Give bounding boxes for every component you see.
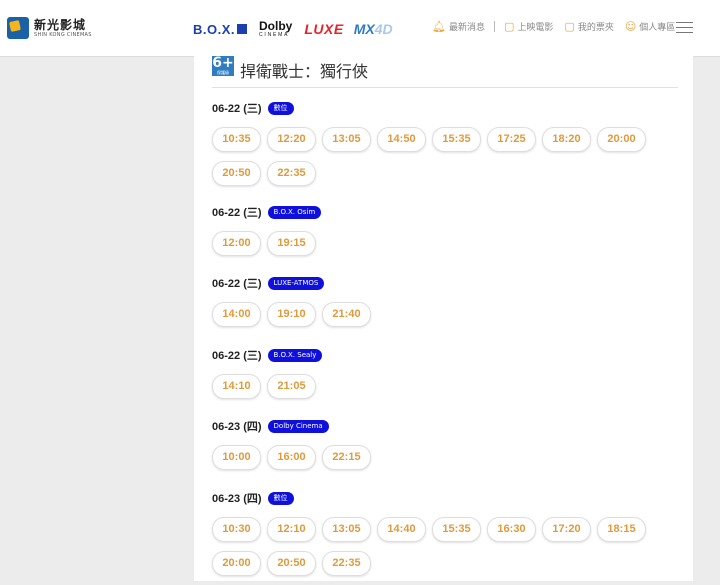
showtime-button[interactable]: 19:15 [267, 231, 316, 256]
showtime-button[interactable]: 15:35 [432, 517, 481, 542]
showtime-button[interactable]: 22:35 [267, 161, 316, 186]
box-brand-link[interactable]: B.O.X. [193, 22, 248, 37]
time-list: 12:00 19:15 [212, 231, 672, 265]
showtime-button[interactable]: 21:05 [267, 374, 316, 399]
showtime-group: 06-23 (四) 數位 10:30 12:10 13:05 14:40 15:35 16:3… [212, 491, 672, 585]
showtime-button[interactable]: 12:20 [267, 127, 316, 152]
dolby-brand-link[interactable]: Dolby CINEMA [259, 20, 292, 38]
showtime-button[interactable]: 12:00 [212, 231, 261, 256]
bell-icon: 🔔︎ [432, 20, 446, 33]
showtime-button[interactable]: 16:30 [487, 517, 536, 542]
showtime-button[interactable]: 14:50 [377, 127, 426, 152]
showtime-button[interactable]: 15:35 [432, 127, 481, 152]
time-list: 10:30 12:10 13:05 14:40 15:35 16:30 17:20 18:15… [212, 517, 672, 585]
showtime-group: 06-22 (三) B.O.X. Sealy 14:10 21:05 [212, 348, 672, 408]
luxe-brand-link[interactable]: LUXE [304, 21, 343, 37]
showtime-group: 06-23 (四) Dolby Cinema 10:00 16:00 22:15 [212, 419, 672, 479]
showtime-button[interactable]: 18:20 [542, 127, 591, 152]
nav-account[interactable]: ☺ 個人專區 [625, 20, 675, 33]
menu-icon[interactable] [676, 22, 693, 34]
format-badge: 數位 [267, 491, 294, 505]
format-badge: Dolby Cinema [267, 419, 329, 433]
date-row: 06-22 (三) B.O.X. Sealy [212, 348, 672, 362]
show-date: 06-23 (四) [212, 421, 262, 433]
showtime-button[interactable]: 20:50 [267, 551, 316, 576]
show-date: 06-22 (三) [212, 350, 262, 362]
nav-divider [493, 21, 495, 32]
logo-text: 新光影城 [34, 17, 87, 32]
showtime-button[interactable]: 19:10 [267, 302, 316, 327]
box-logo-icon [237, 24, 248, 34]
time-list: 14:00 19:10 21:40 [212, 302, 672, 336]
showtime-button[interactable]: 13:05 [322, 517, 371, 542]
showtime-button[interactable]: 14:00 [212, 302, 261, 327]
showtime-button[interactable]: 14:10 [212, 374, 261, 399]
brand-logos: B.O.X. Dolby CINEMA LUXE MX4D [193, 18, 393, 40]
mx4d-brand-link[interactable]: MX4D [354, 21, 393, 37]
date-row: 06-23 (四) Dolby Cinema [212, 419, 672, 433]
nav-news[interactable]: 🔔︎ 最新消息 [432, 20, 485, 33]
showtime-button[interactable]: 14:40 [377, 517, 426, 542]
nav-movies[interactable]: ▢ 上映電影 [504, 20, 553, 33]
time-list: 14:10 21:05 [212, 374, 672, 408]
showtime-button[interactable]: 10:30 [212, 517, 261, 542]
time-list: 10:35 12:20 13:05 14:50 15:35 17:25 18:20 20:00… [212, 127, 672, 195]
rating-badge: 6+ 保護級 [212, 55, 234, 76]
format-badge: B.O.X. Osim [267, 205, 322, 219]
showtime-button[interactable]: 21:40 [322, 302, 371, 327]
showtime-button[interactable]: 20:50 [212, 161, 261, 186]
site-header: 新光影城 SHIN KONG CINEMAS B.O.X. Dolby CINE… [0, 0, 720, 57]
showtime-button[interactable]: 17:25 [487, 127, 536, 152]
user-icon: ☺ [624, 20, 637, 33]
date-row: 06-22 (三) B.O.X. Osim [212, 205, 672, 219]
site-logo[interactable]: 新光影城 SHIN KONG CINEMAS [7, 17, 92, 39]
showtime-button[interactable]: 20:00 [597, 127, 646, 152]
logo-icon [7, 17, 29, 39]
showtime-button[interactable]: 18:15 [597, 517, 646, 542]
date-row: 06-22 (三) 數位 [212, 101, 672, 115]
date-row: 06-22 (三) LUXE-ATMOS [212, 276, 672, 290]
showtime-button[interactable]: 10:35 [212, 127, 261, 152]
nav-my-tickets[interactable]: ▢ 我的票夾 [564, 20, 613, 33]
showtime-button[interactable]: 17:20 [542, 517, 591, 542]
ticket-icon: ▢ [503, 20, 515, 33]
logo-subtext: SHIN KONG CINEMAS [34, 31, 92, 38]
show-date: 06-22 (三) [212, 103, 262, 115]
showtime-button[interactable]: 22:15 [322, 445, 371, 470]
format-badge: 數位 [267, 101, 294, 115]
showtime-button[interactable]: 12:10 [267, 517, 316, 542]
showtime-button[interactable]: 20:00 [212, 551, 261, 576]
showtime-button[interactable]: 16:00 [267, 445, 316, 470]
date-row: 06-23 (四) 數位 [212, 491, 672, 505]
format-badge: LUXE-ATMOS [267, 276, 325, 290]
showtime-group: 06-22 (三) B.O.X. Osim 12:00 19:15 [212, 205, 672, 265]
movie-title: 捍衛戰士：獨行俠 [240, 62, 369, 81]
movie-header: 6+ 保護級 捍衛戰士：獨行俠 [212, 56, 678, 88]
showtime-button[interactable]: 10:00 [212, 445, 261, 470]
show-date: 06-22 (三) [212, 278, 262, 290]
showtime-button[interactable]: 13:05 [322, 127, 371, 152]
showtime-group: 06-22 (三) 數位 10:35 12:20 13:05 14:50 15:35 17:2… [212, 101, 672, 195]
showtime-button[interactable]: 22:35 [322, 551, 371, 576]
showtimes-panel: 6+ 保護級 捍衛戰士：獨行俠 06-22 (三) 數位 10:35 12:20 13:… [194, 56, 693, 581]
ticket-icon: ▢ [564, 20, 575, 33]
show-date: 06-22 (三) [212, 207, 262, 219]
top-nav: 🔔︎ 最新消息 ▢ 上映電影 ▢ 我的票夾 ☺ 個人專區 [432, 20, 675, 33]
showtime-group: 06-22 (三) LUXE-ATMOS 14:00 19:10 21:40 [212, 276, 672, 336]
time-list: 10:00 16:00 22:15 [212, 445, 672, 479]
format-badge: B.O.X. Sealy [267, 348, 323, 362]
show-date: 06-23 (四) [212, 493, 262, 505]
